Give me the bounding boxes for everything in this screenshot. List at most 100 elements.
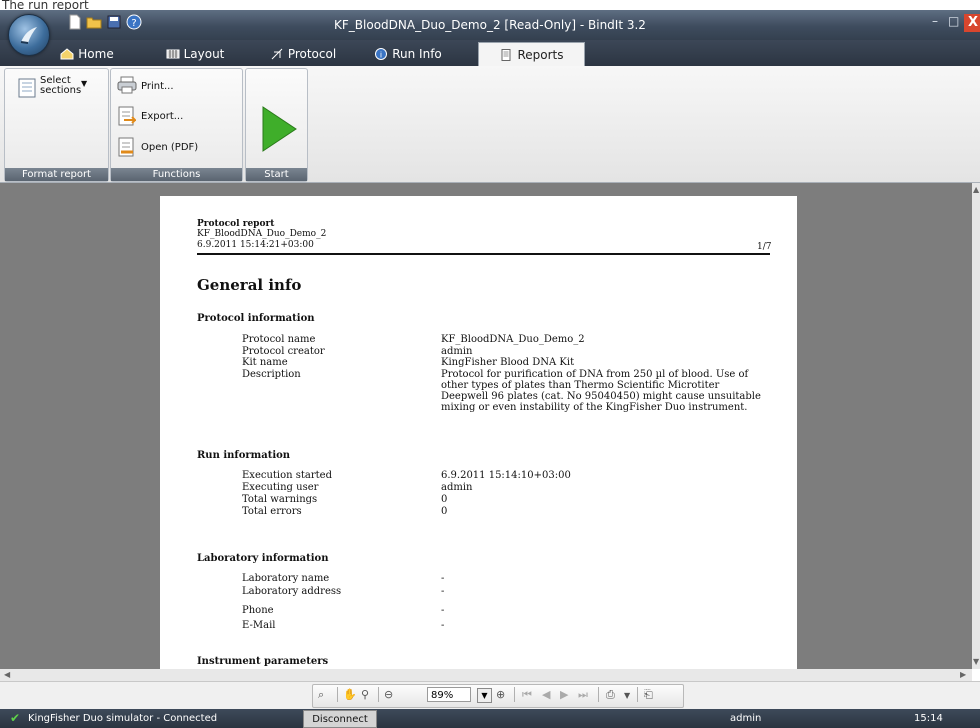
horizontal-scrollbar[interactable]: ◀ ▶ (0, 669, 972, 681)
close-button[interactable]: X (964, 14, 980, 32)
info-icon: i (375, 48, 388, 60)
connected-check-icon: ✔ (10, 711, 21, 725)
window-title: KF_BloodDNA_Duo_Demo_2 [Read-Only] - Bin… (334, 18, 646, 32)
group-functions-label: Functions (111, 168, 242, 181)
vertical-scrollbar[interactable]: ▲ ▼ (972, 183, 980, 669)
scroll-up-icon[interactable]: ▲ (973, 185, 979, 194)
tab-home-label: Home (78, 47, 114, 61)
zoom-in-icon[interactable]: ⊕ (496, 688, 505, 701)
maximize-button[interactable]: □ (948, 14, 959, 28)
app-logo-icon (20, 27, 37, 44)
home-icon (60, 48, 74, 60)
group-start-label: Start (246, 168, 307, 181)
printer-icon (117, 76, 137, 94)
execution-started-value: 6.9.2011 15:14:10+03:00 (441, 470, 571, 481)
protocol-info-heading: Protocol information (197, 313, 315, 324)
section-title: General info (197, 276, 302, 294)
protocol-creator-value: admin (441, 346, 473, 357)
executing-user-value: admin (441, 482, 473, 493)
toolbar-separator (514, 687, 515, 702)
report-icon (501, 49, 511, 61)
svg-text:i: i (380, 51, 382, 60)
disconnect-button[interactable]: Disconnect (303, 710, 377, 728)
tab-protocol-label: Protocol (287, 47, 337, 61)
executing-user-label: Executing user (242, 482, 319, 493)
find-icon[interactable]: ⌕ (318, 688, 324, 702)
sections-icon (18, 78, 36, 98)
tab-protocol[interactable]: Protocol (265, 42, 341, 66)
export-icon (118, 106, 136, 126)
lab-name-label: Laboratory name (242, 573, 330, 584)
total-errors-value: 0 (441, 506, 448, 517)
lab-info-heading: Laboratory information (197, 553, 329, 564)
zoom-level-field[interactable]: 89% (427, 687, 471, 702)
scroll-right-icon[interactable]: ▶ (960, 670, 966, 679)
protocol-icon (271, 48, 283, 60)
play-icon (262, 106, 297, 152)
tab-run-info[interactable]: i Run Info (370, 42, 446, 66)
execution-started-label: Execution started (242, 470, 332, 481)
app-menu-button[interactable] (8, 14, 50, 56)
header-rule (197, 253, 770, 255)
open-pdf-icon (118, 137, 134, 157)
zoom-out-icon[interactable]: ⊖ (384, 688, 393, 701)
protocol-creator-label: Protocol creator (242, 346, 325, 357)
toolbar-separator (378, 687, 379, 702)
scroll-down-icon[interactable]: ▼ (973, 657, 979, 666)
export-dropdown-icon[interactable]: ▼ (624, 691, 630, 700)
previous-page-icon[interactable]: ◀ (542, 688, 550, 701)
select-sections-label: Select sections (40, 75, 82, 96)
status-bar: ✔ KingFisher Duo simulator - Connected a… (0, 709, 980, 728)
scroll-left-icon[interactable]: ◀ (4, 670, 10, 679)
tab-layout-label: Layout (183, 47, 225, 61)
select-sections-button[interactable]: Select sections ▼ (18, 76, 103, 106)
page-indicator: 1/7 (757, 242, 772, 252)
lab-address-value: - (441, 586, 445, 597)
email-label: E-Mail (242, 620, 276, 631)
report-header-date: 6.9.2011 15:14:21+03:00 (197, 240, 314, 250)
first-page-icon[interactable]: ⏮ (522, 688, 532, 702)
zoom-dropdown-icon[interactable]: ▼ (477, 688, 492, 703)
tab-layout[interactable]: Layout (160, 42, 230, 66)
print-label: Print... (141, 81, 174, 92)
page-setup-icon[interactable]: ⎗ (644, 688, 653, 702)
tab-home[interactable]: Home (52, 42, 122, 66)
run-info-heading: Run information (197, 450, 291, 461)
lab-name-value: - (441, 573, 445, 584)
status-user: admin (730, 713, 762, 724)
toolbar-separator (337, 687, 338, 702)
report-header-name: KF_BloodDNA_Duo_Demo_2 (197, 229, 327, 239)
dropdown-arrow-icon: ▼ (81, 79, 88, 88)
connection-status: KingFisher Duo simulator - Connected (28, 713, 218, 724)
export-tool-icon[interactable]: ⎙ (606, 688, 615, 702)
phone-label: Phone (242, 605, 274, 616)
description-value: Protocol for purification of DNA from 25… (441, 369, 761, 413)
phone-value: - (441, 605, 445, 616)
next-page-icon[interactable]: ▶ (560, 688, 568, 701)
group-format-label: Format report (5, 168, 108, 181)
total-errors-label: Total errors (242, 506, 302, 517)
tab-reports[interactable]: Reports (478, 42, 585, 67)
toolbar-separator (637, 687, 638, 702)
email-value: - (441, 620, 445, 631)
instrument-heading: Instrument parameters (197, 656, 329, 667)
layout-icon (166, 49, 180, 59)
toolbar-separator (598, 687, 599, 702)
start-button[interactable] (258, 104, 298, 154)
print-button[interactable]: Print... (117, 76, 227, 94)
tab-run-info-label: Run Info (392, 47, 442, 61)
protocol-name-label: Protocol name (242, 334, 316, 345)
caption-text: The run report (2, 0, 89, 10)
minimize-button[interactable]: – (932, 14, 938, 28)
total-warnings-value: 0 (441, 494, 448, 505)
last-page-icon[interactable]: ⏭ (578, 688, 588, 702)
report-header-title: Protocol report (197, 219, 275, 229)
zoom-tool-icon[interactable]: ⚲ (361, 688, 369, 701)
status-time: 15:14 (914, 713, 943, 724)
protocol-name-value: KF_BloodDNA_Duo_Demo_2 (441, 334, 585, 345)
hand-tool-icon[interactable]: ✋ (343, 688, 357, 701)
open-pdf-button[interactable]: Open (PDF) (117, 137, 227, 157)
export-label: Export... (141, 111, 184, 122)
export-button[interactable]: Export... (117, 106, 227, 126)
total-warnings-label: Total warnings (242, 494, 318, 505)
